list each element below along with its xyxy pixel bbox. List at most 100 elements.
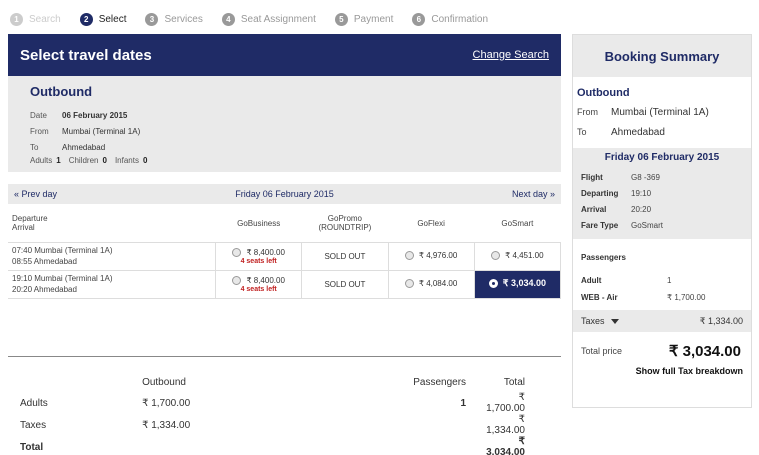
step-seat-assignment: 4 Seat Assignment — [221, 12, 316, 26]
adult-value: 1 — [667, 276, 672, 285]
date-value: 06 February 2015 — [62, 110, 128, 120]
next-day-link[interactable]: Next day » — [512, 189, 555, 199]
passengers-label: Passengers — [581, 253, 626, 262]
fare-header-row: Departure Arrival GoBusiness GoPromo (RO… — [8, 205, 561, 242]
web-air-value: ₹ 1,700.00 — [667, 293, 706, 302]
flight-value: G8 -369 — [631, 172, 660, 182]
spacer — [142, 436, 277, 455]
fare-price: ₹ 4,084.00 — [418, 278, 458, 288]
summary-passengers-section: Passengers Adult 1 WEB - Air ₹ 1,700.00 — [573, 249, 751, 306]
fare-radio-selected[interactable] — [488, 279, 498, 288]
fare-table: Departure Arrival GoBusiness GoPromo (RO… — [8, 205, 562, 299]
children-count: 0 — [102, 156, 107, 165]
page-title: Select travel dates — [20, 46, 152, 64]
summary-taxes-toggle[interactable]: Taxes ₹ 1,334.00 — [573, 310, 751, 332]
taxes-label-group: Taxes — [581, 316, 619, 326]
fare-radio[interactable] — [232, 275, 242, 285]
fare-gobusiness[interactable]: ₹ 8,400.00 4 seats left — [215, 269, 303, 299]
passengers-header: Passengers — [413, 376, 467, 388]
step-search[interactable]: 1 Search — [10, 12, 61, 26]
fare-gopromo: SOLD OUT — [301, 241, 389, 271]
date-label: Date — [30, 110, 47, 120]
fare-goflexi[interactable]: ₹ 4,976.00 — [387, 241, 475, 271]
spacer — [278, 372, 373, 392]
fare-radio[interactable] — [491, 250, 501, 260]
row-passengers: 1 — [460, 397, 467, 409]
breakdown-empty-header — [8, 372, 142, 392]
step-number: 6 — [412, 12, 426, 26]
taxes-label: Taxes — [581, 316, 605, 326]
breakdown-row: Adults ₹ 1,700.00 1 ₹ 1,700.00 — [8, 392, 561, 414]
step-number: 3 — [145, 12, 159, 26]
summary-fare-type-row: Fare Type GoSmart — [581, 217, 743, 233]
fare-radio[interactable] — [232, 247, 242, 257]
prev-day-link[interactable]: « Prev day — [14, 189, 57, 199]
total-price-value: ₹ 3,034.00 — [668, 343, 741, 360]
spacer — [278, 436, 373, 455]
chevron-down-icon — [610, 318, 619, 324]
row-label: Adults — [20, 397, 48, 409]
step-label: Services — [164, 13, 203, 25]
change-search-link[interactable]: Change Search — [473, 49, 549, 61]
step-label: Select — [98, 13, 127, 25]
step-label: Seat Assignment — [240, 13, 316, 25]
fare-price: ₹ 8,400.00 — [246, 275, 285, 285]
arrival-value: 20:20 — [631, 204, 652, 214]
gopromo-header: GoPromo (ROUNDTRIP) — [302, 205, 388, 242]
step-label: Search — [29, 13, 61, 25]
date-row: Date 06 February 2015 — [30, 107, 539, 123]
arrival-time-place: 20:20 Ahmedabad — [12, 285, 77, 294]
fare-option: ₹ 4,976.00 — [404, 250, 458, 260]
departure-header: Departure — [12, 214, 48, 224]
gobusiness-header: GoBusiness — [237, 218, 281, 228]
adult-label: Adult — [581, 276, 602, 285]
to-row: To Ahmedabad — [30, 139, 539, 155]
current-date: Friday 06 February 2015 — [235, 189, 334, 199]
booking-progress-stepper: 1 Search 2 Select 3 Services 4 Seat Assi… — [10, 11, 507, 27]
departure-arrival-header: Departure Arrival — [8, 205, 216, 242]
fare-option: ₹ 3,034.00 — [488, 278, 546, 289]
departing-label: Departing — [581, 188, 619, 198]
select-dates-header: Select travel dates Change Search — [8, 34, 561, 76]
fare-gopromo: SOLD OUT — [301, 269, 389, 299]
step-label: Confirmation — [431, 13, 489, 25]
fare-radio[interactable] — [404, 250, 414, 260]
from-label: From — [30, 126, 49, 136]
date-navigation: « Prev day Friday 06 February 2015 Next … — [8, 184, 561, 204]
summary-web-air-row: WEB - Air ₹ 1,700.00 — [581, 289, 743, 306]
flight-label: Flight — [581, 172, 603, 182]
step-payment: 5 Payment — [334, 12, 393, 26]
fare-gobusiness[interactable]: ₹ 8,400.00 4 seats left — [215, 241, 303, 271]
goflexi-header: GoFlexi — [417, 218, 445, 228]
summary-to-value: Ahmedabad — [611, 126, 665, 138]
gosmart-header: GoSmart — [501, 218, 534, 228]
row-passengers — [373, 414, 487, 436]
total-price-label: Total price — [581, 346, 623, 356]
tax-breakdown-link[interactable]: Show full Tax breakdown — [573, 366, 751, 376]
flight-row: 19:10 Mumbai (Terminal 1A) 20:20 Ahmedab… — [8, 269, 562, 299]
fare-radio[interactable] — [404, 278, 414, 288]
step-select: 2 Select — [79, 12, 127, 26]
fare-option: ₹ 4,451.00 — [491, 250, 544, 260]
passenger-counts: Adults 1 Children 0 Infants 0 — [30, 156, 539, 165]
fare-option: ₹ 4,084.00 — [404, 278, 458, 288]
total-label: Total — [20, 441, 44, 453]
infants-count: 0 — [142, 156, 148, 165]
gopromo-header-sub: (ROUNDTRIP) — [318, 223, 372, 233]
summary-departing-row: Departing 19:10 — [581, 185, 743, 201]
fare-gosmart[interactable]: ₹ 4,451.00 — [473, 241, 562, 271]
fare-price: ₹ 8,400.00 — [246, 247, 285, 257]
flight-route: 19:10 Mumbai (Terminal 1A) 20:20 Ahmedab… — [8, 269, 217, 299]
fare-price: ₹ 4,976.00 — [418, 250, 458, 260]
total-value: ₹ 3,034.00 — [486, 436, 525, 455]
fare-gosmart-selected[interactable]: ₹ 3,034.00 — [473, 269, 562, 299]
fare-type-value: GoSmart — [631, 220, 664, 230]
breakdown-row: Taxes ₹ 1,334.00 ₹ 1,334.00 — [8, 414, 561, 436]
fare-goflexi[interactable]: ₹ 4,084.00 — [387, 269, 475, 299]
row-outbound: ₹ 1,700.00 — [142, 397, 191, 409]
summary-flight-box: Friday 06 February 2015 Flight G8 -369 D… — [573, 148, 751, 239]
row-label: Taxes — [20, 419, 47, 431]
departure-time-place: 19:10 Mumbai (Terminal 1A) — [12, 274, 113, 283]
breakdown-header-row: Outbound Passengers Total — [8, 372, 561, 392]
summary-arrival-row: Arrival 20:20 — [581, 201, 743, 217]
